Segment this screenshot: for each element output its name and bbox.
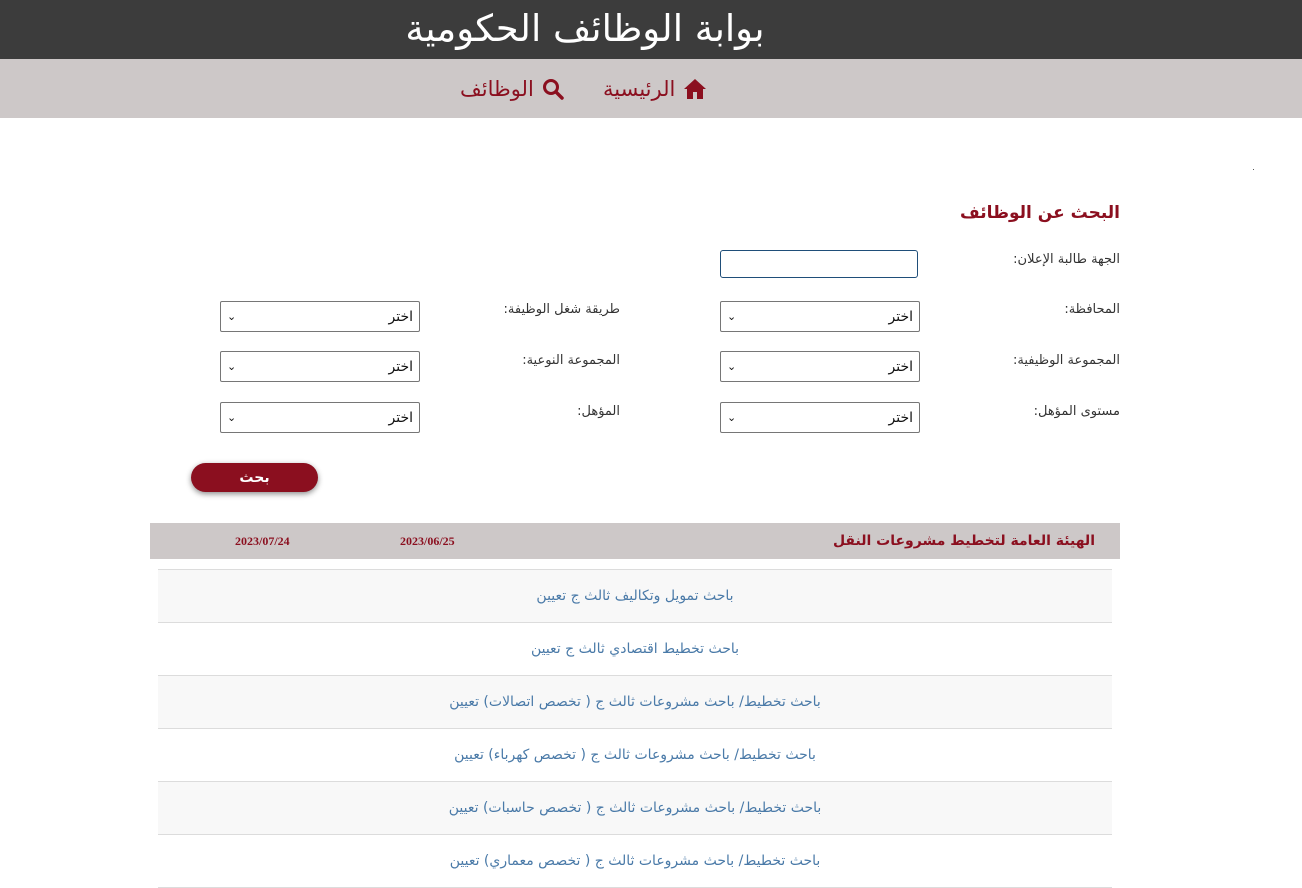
governorate-select[interactable]: اختر ⌄ xyxy=(720,301,920,332)
chevron-down-icon: ⌄ xyxy=(227,411,237,424)
qualification-level-select[interactable]: اختر ⌄ xyxy=(720,402,920,433)
chevron-down-icon: ⌄ xyxy=(727,411,737,424)
qualitative-group-select[interactable]: اختر ⌄ xyxy=(220,351,420,382)
qualification-select-value: اختر xyxy=(388,409,414,426)
nav-jobs-label: الوظائف xyxy=(460,76,534,101)
announcement-start-date: 2023/06/25 xyxy=(400,534,455,548)
stray-dot xyxy=(1253,169,1254,170)
search-button[interactable]: بحث xyxy=(191,463,318,492)
job-row[interactable]: باحث تمويل وتكاليف ثالث ج تعيين xyxy=(158,570,1112,623)
job-group-select-value: اختر xyxy=(888,358,914,375)
governorate-select-value: اختر xyxy=(888,308,914,325)
organization-name: الهيئة العامة لتخطيط مشروعات النقل xyxy=(832,533,1095,549)
top-header-bar: بوابة الوظائف الحكومية xyxy=(0,0,1302,59)
chevron-down-icon: ⌄ xyxy=(727,310,737,323)
governorate-label: المحافظة: xyxy=(1064,302,1120,317)
job-row[interactable]: باحث تخطيط/ باحث مشروعات ثالث ج ( تخصص ا… xyxy=(158,676,1112,729)
qualitative-group-select-value: اختر xyxy=(388,358,414,375)
search-heading: البحث عن الوظائف xyxy=(959,203,1120,223)
occupancy-method-select-value: اختر xyxy=(388,308,414,325)
search-icon xyxy=(542,78,564,100)
occupancy-method-label: طريقة شغل الوظيفة: xyxy=(503,302,620,317)
qualitative-group-label: المجموعة النوعية: xyxy=(522,353,620,368)
qualification-label: المؤهل: xyxy=(577,404,620,419)
chevron-down-icon: ⌄ xyxy=(227,310,237,323)
announcer-label: الجهة طالبة الإعلان: xyxy=(1013,252,1120,267)
site-title: بوابة الوظائف الحكومية xyxy=(405,7,765,50)
nav-home-label: الرئيسية xyxy=(603,76,676,101)
nav-home-link[interactable]: الرئيسية xyxy=(603,59,707,118)
qualification-level-label: مستوى المؤهل: xyxy=(1033,404,1120,419)
job-group-label: المجموعة الوظيفية: xyxy=(1013,353,1120,368)
job-row[interactable]: باحث تخطيط/ باحث مشروعات ثالث ج ( تخصص ح… xyxy=(158,782,1112,835)
main-nav: الرئيسية الوظائف xyxy=(0,59,1302,118)
job-group-select[interactable]: اختر ⌄ xyxy=(720,351,920,382)
nav-jobs-link[interactable]: الوظائف xyxy=(460,59,564,118)
announcer-input[interactable] xyxy=(720,250,918,278)
chevron-down-icon: ⌄ xyxy=(727,360,737,373)
job-row[interactable]: باحث تخطيط/ باحث مشروعات ثالث ج ( تخصص م… xyxy=(158,835,1112,888)
job-row[interactable]: باحث تخطيط اقتصادي ثالث ج تعيين xyxy=(158,623,1112,676)
announcement-end-date: 2023/07/24 xyxy=(235,534,290,548)
qualification-level-select-value: اختر xyxy=(888,409,914,426)
qualification-select[interactable]: اختر ⌄ xyxy=(220,402,420,433)
occupancy-method-select[interactable]: اختر ⌄ xyxy=(220,301,420,332)
result-header: الهيئة العامة لتخطيط مشروعات النقل 2023/… xyxy=(150,523,1120,559)
chevron-down-icon: ⌄ xyxy=(227,360,237,373)
home-icon xyxy=(684,78,707,99)
job-list: باحث تمويل وتكاليف ثالث ج تعيين باحث تخط… xyxy=(158,569,1112,888)
job-row[interactable]: باحث تخطيط/ باحث مشروعات ثالث ج ( تخصص ك… xyxy=(158,729,1112,782)
